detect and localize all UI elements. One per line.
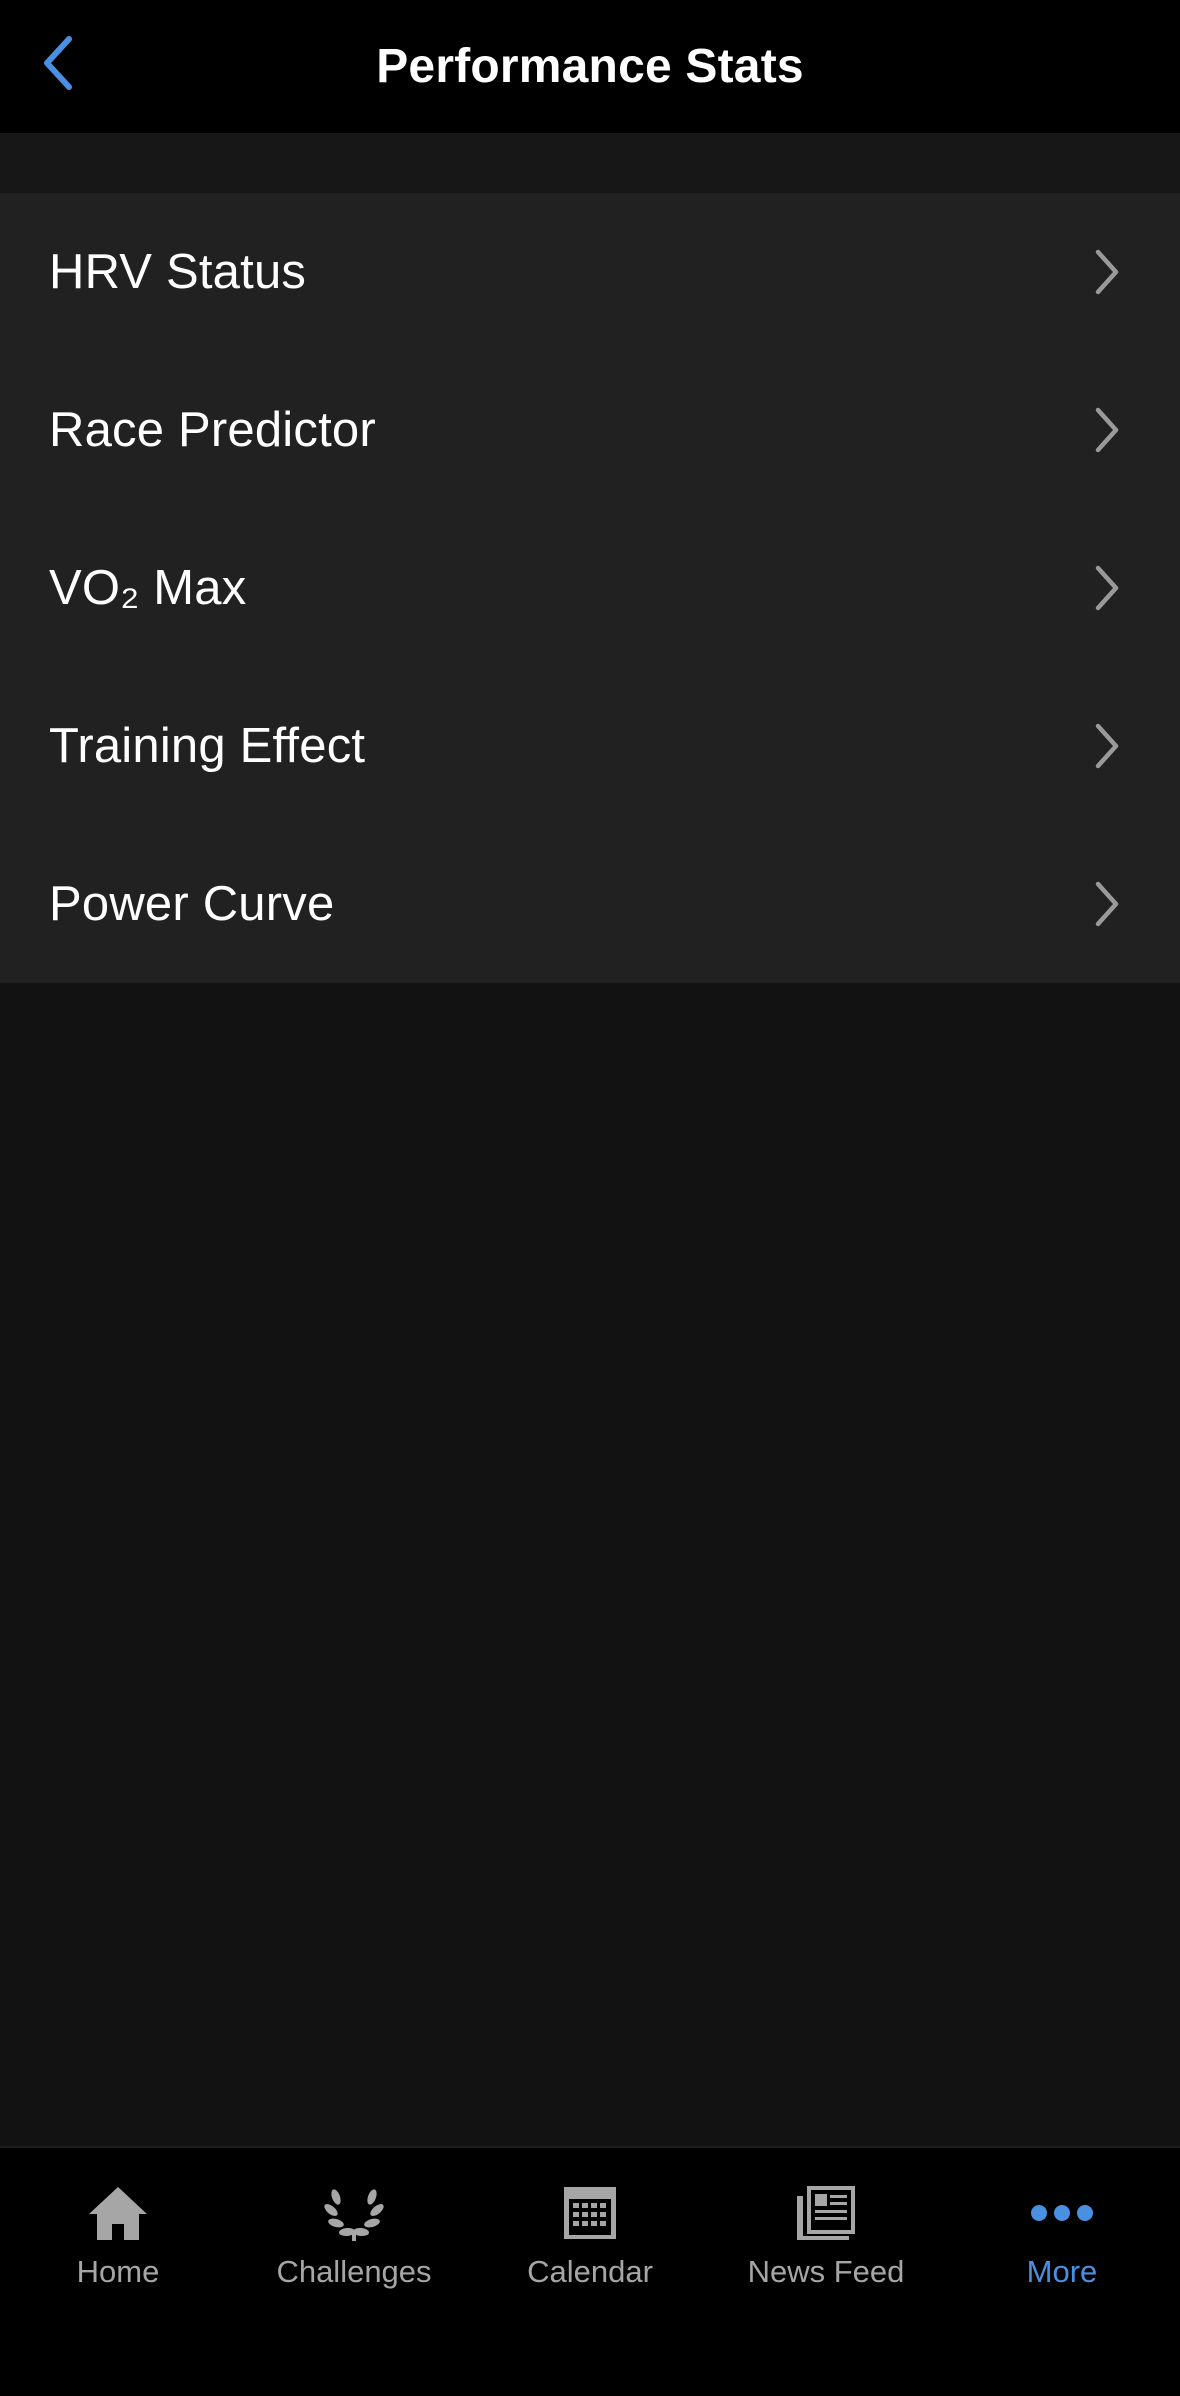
menu-item-label: Power Curve	[49, 877, 335, 931]
tab-label: More	[1026, 2254, 1098, 2289]
menu-item-label: VO₂ Max	[49, 561, 247, 615]
chevron-right-icon	[1095, 565, 1119, 611]
section-spacer	[0, 133, 1180, 193]
bottom-tab-bar: Home Challenges Calendar News Feed More	[0, 2146, 1180, 2396]
tab-news-feed[interactable]: News Feed	[708, 2148, 944, 2318]
chevron-right-icon	[1095, 407, 1119, 453]
tab-label: News Feed	[747, 2254, 905, 2289]
more-dots-icon	[1027, 2178, 1097, 2248]
tab-home[interactable]: Home	[0, 2148, 236, 2318]
newspaper-icon	[791, 2178, 861, 2248]
tab-challenges[interactable]: Challenges	[236, 2148, 472, 2318]
chevron-right-icon	[1095, 723, 1119, 769]
chevron-right-icon	[1095, 881, 1119, 927]
tab-label: Calendar	[527, 2254, 653, 2289]
menu-item-label: Training Effect	[49, 719, 366, 773]
tab-more[interactable]: More	[944, 2148, 1180, 2318]
tab-calendar[interactable]: Calendar	[472, 2148, 708, 2318]
menu-item-label: Race Predictor	[49, 403, 376, 457]
page-title: Performance Stats	[376, 40, 804, 93]
tab-label: Challenges	[276, 2254, 432, 2289]
menu-item-power-curve[interactable]: Power Curve	[0, 825, 1180, 983]
top-nav-bar: Performance Stats	[0, 0, 1180, 133]
menu-item-label: HRV Status	[49, 245, 307, 299]
tab-label: Home	[76, 2254, 160, 2289]
chevron-right-icon	[1095, 249, 1119, 295]
performance-stats-list: HRV Status Race Predictor VO₂ Max Traini…	[0, 193, 1180, 983]
menu-item-race-predictor[interactable]: Race Predictor	[0, 351, 1180, 509]
menu-item-training-effect[interactable]: Training Effect	[0, 667, 1180, 825]
laurel-icon	[319, 2178, 389, 2248]
menu-item-hrv-status[interactable]: HRV Status	[0, 193, 1180, 351]
menu-item-vo2-max[interactable]: VO₂ Max	[0, 509, 1180, 667]
home-icon	[83, 2178, 153, 2248]
calendar-icon	[555, 2178, 625, 2248]
